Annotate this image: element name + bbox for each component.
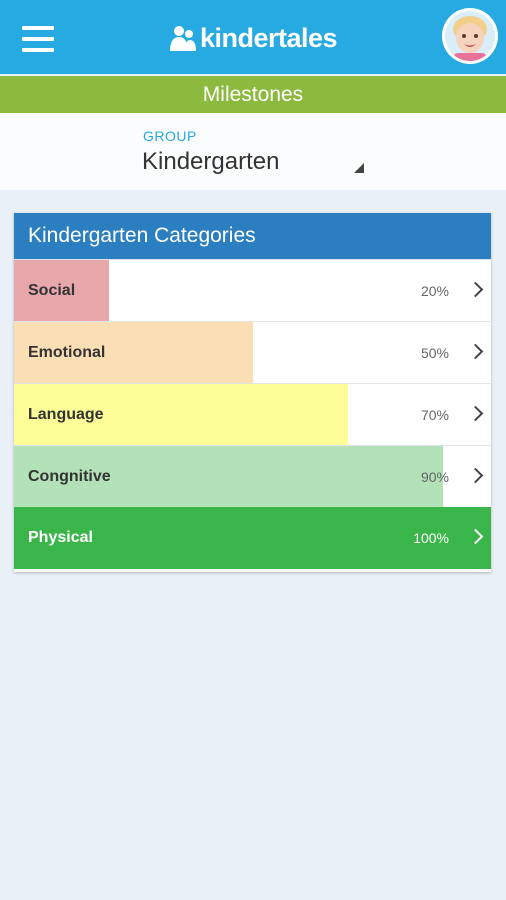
category-row-language[interactable]: Language 70%	[14, 383, 491, 445]
chevron-right-icon	[467, 467, 484, 484]
hamburger-menu-icon[interactable]	[22, 26, 54, 52]
categories-card: Kindergarten Categories Social 20% Emoti…	[14, 213, 491, 572]
category-row-physical[interactable]: Physical 100%	[14, 507, 491, 569]
category-percent: 50%	[420, 345, 449, 361]
chevron-right-icon	[467, 281, 484, 298]
category-percent: 100%	[413, 530, 449, 546]
dropdown-arrow-icon	[354, 163, 364, 173]
category-percent: 90%	[420, 469, 449, 485]
category-name: Congnitive	[28, 468, 111, 485]
brand-name: kindertales	[200, 22, 338, 53]
category-row-social[interactable]: Social 20%	[14, 259, 491, 321]
avatar[interactable]	[442, 8, 498, 64]
category-name: Emotional	[28, 344, 106, 361]
group-selector-panel: GROUP Kindergarten	[0, 113, 506, 190]
chevron-right-icon	[467, 405, 484, 422]
section-title: Milestones	[202, 83, 304, 106]
category-name: Physical	[28, 529, 93, 546]
chevron-right-icon	[467, 343, 484, 360]
category-row-cognitive[interactable]: Congnitive 90%	[14, 445, 491, 507]
category-percent: 20%	[420, 283, 449, 299]
category-percent: 70%	[420, 407, 449, 423]
child-avatar-icon	[445, 11, 495, 61]
category-name: Language	[28, 406, 104, 423]
top-app-bar: kindertales	[0, 0, 506, 74]
category-row-emotional[interactable]: Emotional 50%	[14, 321, 491, 383]
group-value: Kindergarten	[142, 148, 280, 175]
kindertales-logo: kindertales	[168, 22, 338, 54]
group-label: GROUP	[143, 128, 197, 144]
card-title: Kindergarten Categories	[14, 213, 491, 259]
group-dropdown[interactable]: Kindergarten	[140, 145, 370, 181]
people-logo-icon	[170, 26, 196, 51]
category-name: Social	[28, 282, 76, 299]
section-title-bar: Milestones	[0, 76, 506, 113]
